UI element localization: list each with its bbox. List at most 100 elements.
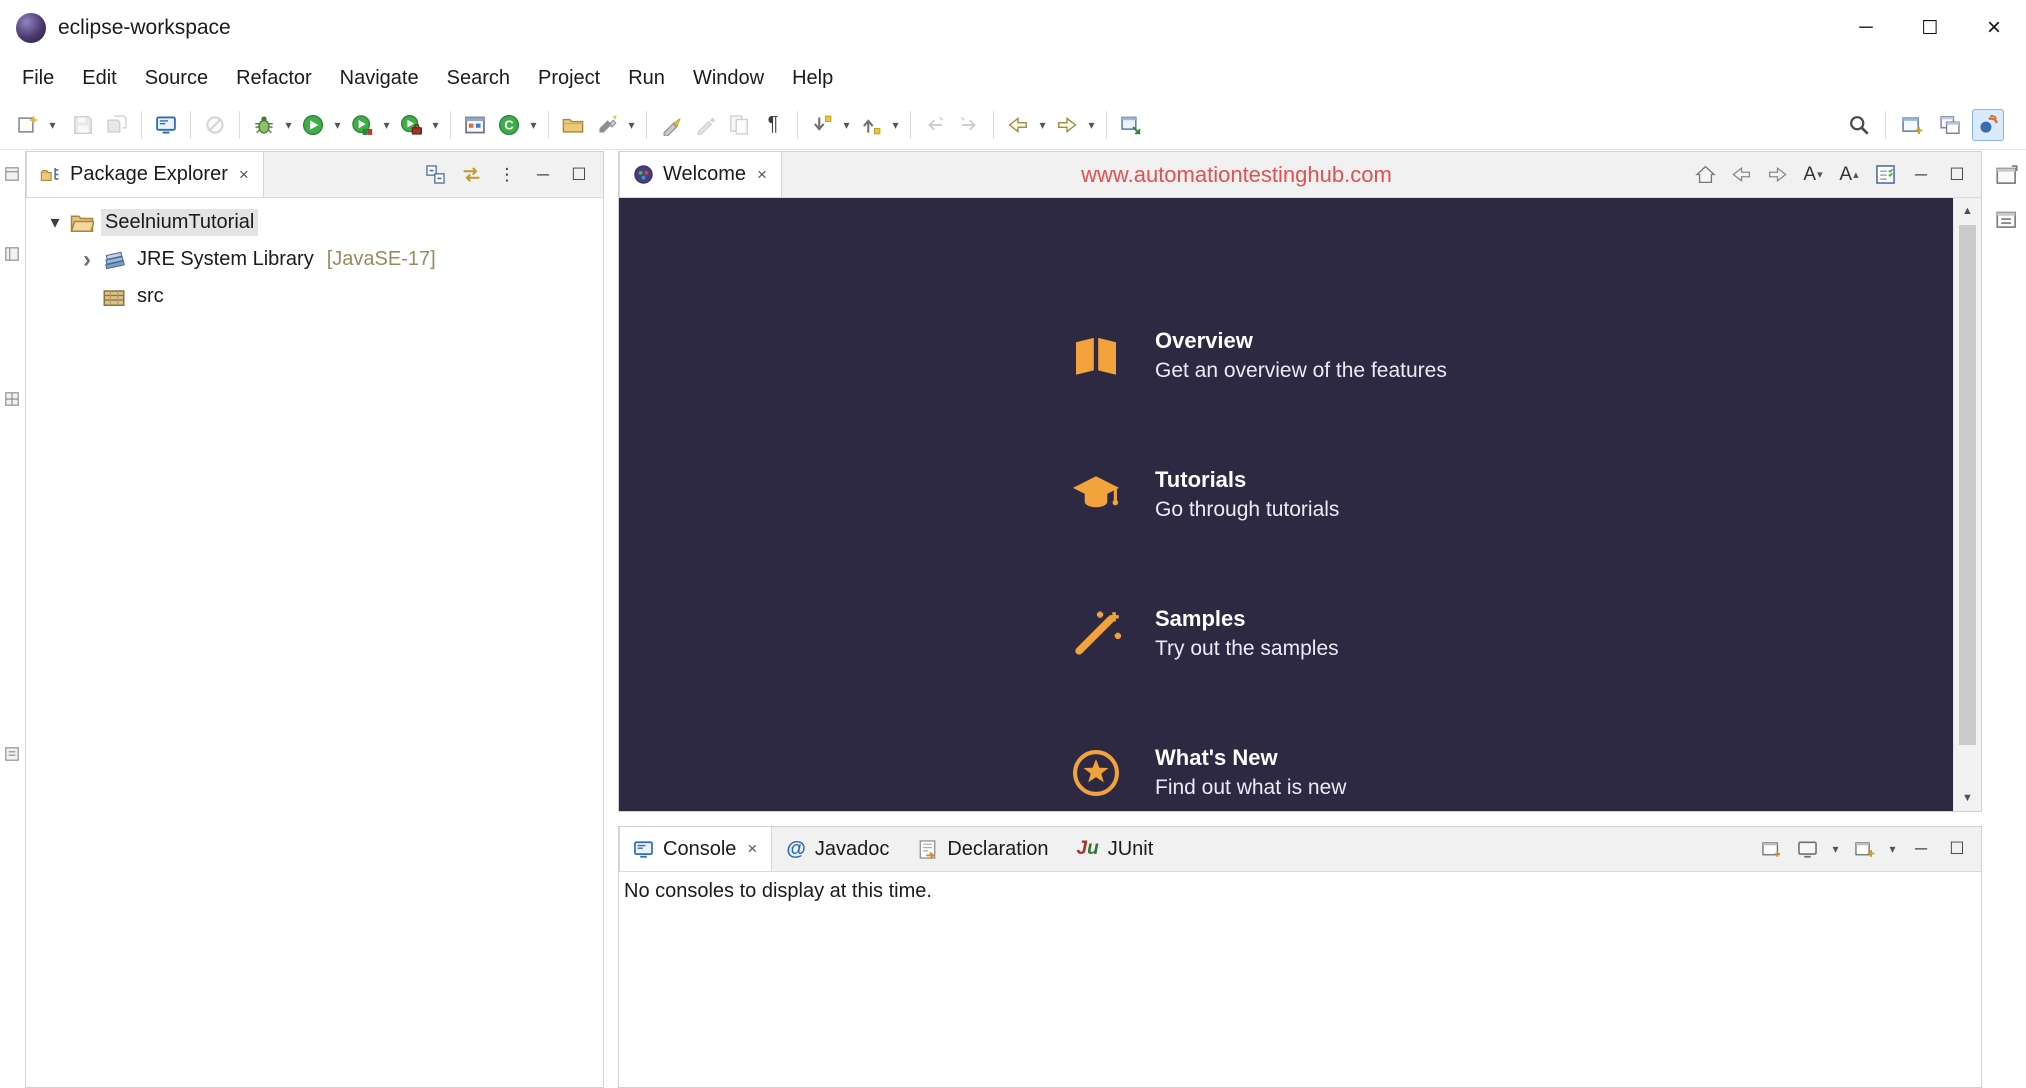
debug-button[interactable] bbox=[248, 109, 280, 141]
open-console-dropdown-arrow[interactable]: ▾ bbox=[1886, 842, 1899, 856]
link-with-editor-button[interactable] bbox=[457, 161, 485, 189]
view-menu-button[interactable]: ⋮ bbox=[493, 161, 521, 189]
tab-package-explorer[interactable]: Package Explorer × bbox=[26, 152, 264, 197]
search-button[interactable] bbox=[1843, 109, 1875, 141]
welcome-item-overview[interactable]: Overview Get an overview of the features bbox=[1071, 328, 1447, 383]
coverage-dropdown-arrow[interactable]: ▾ bbox=[380, 118, 393, 132]
display-console-button[interactable] bbox=[1793, 835, 1821, 863]
run-dropdown-arrow[interactable]: ▾ bbox=[331, 118, 344, 132]
tree-item-project[interactable]: ▾ SeelniumTutorial bbox=[26, 204, 603, 241]
collapse-all-button[interactable] bbox=[421, 161, 449, 189]
forward-dropdown-arrow[interactable]: ▾ bbox=[1085, 118, 1098, 132]
new-class-dropdown-arrow[interactable]: ▾ bbox=[527, 118, 540, 132]
welcome-item-title[interactable]: Overview bbox=[1155, 328, 1447, 354]
search-flashlight-dropdown-arrow[interactable]: ▾ bbox=[625, 118, 638, 132]
open-folder-button[interactable] bbox=[557, 109, 589, 141]
chevron-expanded-icon[interactable]: ▾ bbox=[42, 212, 68, 233]
maximize-view-button[interactable]: ☐ bbox=[1943, 161, 1971, 189]
jre-label[interactable]: JRE System Library bbox=[133, 246, 318, 273]
other-perspective-button[interactable] bbox=[1934, 109, 1966, 141]
maximize-button[interactable]: ☐ bbox=[1898, 0, 1962, 56]
display-console-dropdown-arrow[interactable]: ▾ bbox=[1829, 842, 1842, 856]
external-tools-dropdown-arrow[interactable]: ▾ bbox=[429, 118, 442, 132]
run-button[interactable] bbox=[297, 109, 329, 141]
menu-file[interactable]: File bbox=[8, 61, 68, 96]
scroll-up-icon[interactable]: ▲ bbox=[1954, 198, 1981, 224]
edit-button[interactable] bbox=[689, 109, 721, 141]
close-tab-icon[interactable]: × bbox=[747, 839, 757, 859]
tab-console[interactable]: Console × bbox=[619, 827, 773, 871]
copy-document-button[interactable] bbox=[723, 109, 755, 141]
welcome-forward-button[interactable] bbox=[1763, 161, 1791, 189]
new-java-project-button[interactable] bbox=[459, 109, 491, 141]
tab-declaration[interactable]: Declaration bbox=[903, 827, 1062, 871]
menu-window[interactable]: Window bbox=[679, 61, 778, 96]
minimized-view-icon[interactable] bbox=[3, 390, 21, 408]
close-tab-icon[interactable]: × bbox=[239, 165, 249, 185]
minimize-view-button[interactable]: ─ bbox=[1907, 161, 1935, 189]
minimized-view-icon[interactable] bbox=[3, 245, 21, 263]
menu-edit[interactable]: Edit bbox=[68, 61, 130, 96]
next-edit-location-button[interactable] bbox=[953, 109, 985, 141]
back-button[interactable] bbox=[1002, 109, 1034, 141]
minimized-view-icon[interactable] bbox=[3, 165, 21, 183]
new-class-button[interactable]: C bbox=[493, 109, 525, 141]
reduce-text-button[interactable]: A ▾ bbox=[1799, 161, 1827, 189]
welcome-item-whats-new[interactable]: What's New Find out what is new bbox=[1071, 745, 1447, 800]
welcome-item-tutorials[interactable]: Tutorials Go through tutorials bbox=[1071, 467, 1447, 522]
skip-breakpoints-button[interactable] bbox=[199, 109, 231, 141]
scrollbar-thumb[interactable] bbox=[1959, 225, 1976, 745]
search-flashlight-button[interactable] bbox=[591, 109, 623, 141]
minimized-view-icon[interactable] bbox=[3, 745, 21, 763]
show-whitespace-button[interactable]: ¶ bbox=[757, 109, 789, 141]
welcome-item-title[interactable]: Samples bbox=[1155, 606, 1339, 632]
tree-item-jre[interactable]: › JRE System Library [JavaSE-17] bbox=[26, 241, 603, 278]
menu-source[interactable]: Source bbox=[131, 61, 222, 96]
tree-item-src[interactable]: src bbox=[26, 278, 603, 315]
welcome-item-title[interactable]: What's New bbox=[1155, 745, 1346, 771]
customize-page-button[interactable] bbox=[1871, 161, 1899, 189]
home-button[interactable] bbox=[1691, 161, 1719, 189]
tab-javadoc[interactable]: @ Javadoc bbox=[772, 827, 903, 871]
close-button[interactable]: × bbox=[1962, 0, 2026, 56]
debug-dropdown-arrow[interactable]: ▾ bbox=[282, 118, 295, 132]
minimize-view-button[interactable]: ─ bbox=[529, 161, 557, 189]
previous-annotation-dropdown-arrow[interactable]: ▾ bbox=[889, 118, 902, 132]
next-annotation-button[interactable] bbox=[806, 109, 838, 141]
mark-occurrences-button[interactable] bbox=[655, 109, 687, 141]
open-console-button[interactable] bbox=[1850, 835, 1878, 863]
welcome-back-button[interactable] bbox=[1727, 161, 1755, 189]
coverage-button[interactable] bbox=[346, 109, 378, 141]
restore-view-icon[interactable] bbox=[1994, 162, 2020, 188]
last-edit-location-button[interactable] bbox=[919, 109, 951, 141]
tab-junit[interactable]: Ju JUnit bbox=[1063, 827, 1168, 871]
close-tab-icon[interactable]: × bbox=[757, 165, 767, 185]
new-wizard-dropdown-arrow[interactable]: ▾ bbox=[46, 118, 59, 132]
save-button[interactable] bbox=[67, 109, 99, 141]
tab-welcome[interactable]: Welcome × bbox=[619, 152, 782, 197]
open-console-toolbar-button[interactable] bbox=[150, 109, 182, 141]
save-all-button[interactable] bbox=[101, 109, 133, 141]
restore-view-icon[interactable] bbox=[1994, 206, 2020, 232]
minimize-view-button[interactable]: ─ bbox=[1907, 835, 1935, 863]
minimize-button[interactable]: ─ bbox=[1834, 0, 1898, 56]
back-dropdown-arrow[interactable]: ▾ bbox=[1036, 118, 1049, 132]
welcome-scrollbar[interactable]: ▲ ▼ bbox=[1953, 198, 1981, 811]
java-perspective-button[interactable] bbox=[1972, 108, 2004, 141]
maximize-view-button[interactable]: ☐ bbox=[565, 161, 593, 189]
welcome-item-title[interactable]: Tutorials bbox=[1155, 467, 1339, 493]
menu-refactor[interactable]: Refactor bbox=[222, 61, 326, 96]
menu-navigate[interactable]: Navigate bbox=[326, 61, 433, 96]
scroll-down-icon[interactable]: ▼ bbox=[1954, 785, 1981, 811]
external-tools-button[interactable] bbox=[395, 109, 427, 141]
forward-button[interactable] bbox=[1051, 109, 1083, 141]
open-perspective-button[interactable] bbox=[1896, 109, 1928, 141]
menu-project[interactable]: Project bbox=[524, 61, 614, 96]
maximize-view-button[interactable]: ☐ bbox=[1943, 835, 1971, 863]
menu-run[interactable]: Run bbox=[614, 61, 679, 96]
welcome-item-samples[interactable]: Samples Try out the samples bbox=[1071, 606, 1447, 661]
pin-editor-button[interactable] bbox=[1115, 109, 1147, 141]
project-label[interactable]: SeelniumTutorial bbox=[101, 209, 259, 236]
pin-console-button[interactable] bbox=[1757, 835, 1785, 863]
next-annotation-dropdown-arrow[interactable]: ▾ bbox=[840, 118, 853, 132]
